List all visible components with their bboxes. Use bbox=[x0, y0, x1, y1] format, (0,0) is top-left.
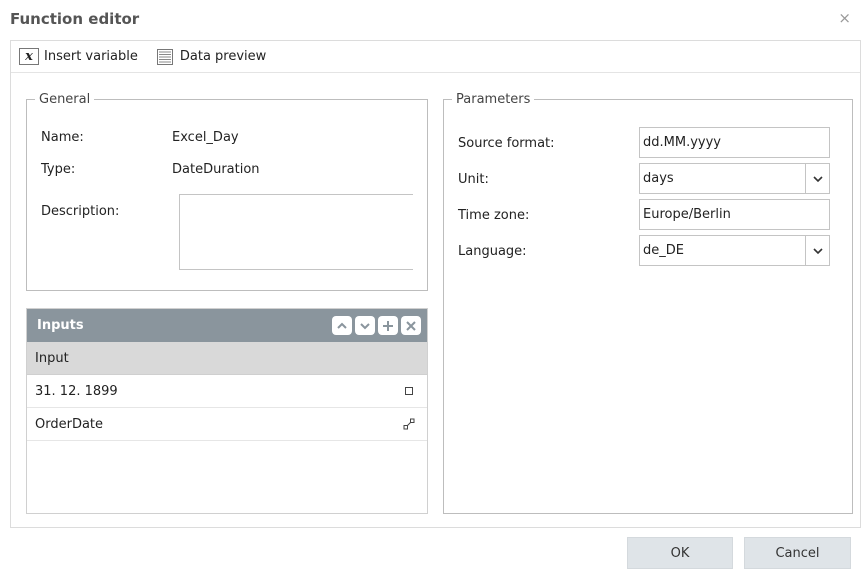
source-format-value: dd.MM.yyyy bbox=[643, 135, 721, 150]
dialog-title: Function editor bbox=[10, 10, 140, 28]
description-label: Description: bbox=[41, 204, 120, 219]
unit-value: days bbox=[643, 171, 674, 186]
move-up-button[interactable] bbox=[332, 316, 352, 335]
type-value: DateDuration bbox=[172, 162, 260, 177]
chevron-up-icon bbox=[337, 322, 347, 329]
input-row-value: OrderDate bbox=[35, 416, 104, 432]
inputs-header: Inputs bbox=[27, 309, 427, 342]
cancel-button[interactable]: Cancel bbox=[744, 537, 851, 569]
general-legend: General bbox=[39, 92, 91, 107]
plus-icon bbox=[383, 320, 393, 331]
unit-select[interactable]: days bbox=[639, 163, 830, 194]
unit-label: Unit: bbox=[458, 172, 489, 187]
language-value: de_DE bbox=[643, 243, 684, 258]
chevron-down-icon bbox=[812, 175, 823, 182]
inputs-title: Inputs bbox=[37, 318, 84, 333]
parameters-legend: Parameters bbox=[456, 92, 531, 107]
input-row-value: 31. 12. 1899 bbox=[35, 383, 118, 399]
insert-variable-button[interactable]: x Insert variable bbox=[19, 48, 138, 65]
link-icon bbox=[403, 418, 415, 430]
close-small-icon bbox=[406, 320, 416, 331]
time-zone-input[interactable]: Europe/Berlin bbox=[639, 199, 830, 230]
language-select[interactable]: de_DE bbox=[639, 235, 830, 266]
time-zone-value: Europe/Berlin bbox=[643, 207, 731, 222]
square-icon bbox=[405, 387, 413, 395]
unit-dropdown-button[interactable] bbox=[805, 164, 829, 193]
insert-variable-label: Insert variable bbox=[44, 49, 138, 64]
dialog-body: x Insert variable Data preview General N… bbox=[10, 40, 861, 528]
source-format-input[interactable]: dd.MM.yyyy bbox=[639, 127, 830, 158]
chevron-down-icon bbox=[812, 247, 823, 254]
data-preview-icon bbox=[156, 48, 173, 65]
input-row[interactable]: 31. 12. 1899 bbox=[27, 375, 427, 408]
language-dropdown-button[interactable] bbox=[805, 236, 829, 265]
remove-input-button[interactable] bbox=[401, 316, 421, 335]
name-label: Name: bbox=[41, 130, 84, 145]
language-label: Language: bbox=[458, 244, 527, 259]
close-icon[interactable]: × bbox=[838, 10, 851, 26]
variable-icon: x bbox=[19, 48, 39, 65]
toolbar: x Insert variable Data preview bbox=[11, 41, 860, 73]
type-label: Type: bbox=[41, 162, 76, 177]
time-zone-label: Time zone: bbox=[458, 208, 530, 223]
name-value: Excel_Day bbox=[172, 130, 239, 145]
ok-button[interactable]: OK bbox=[627, 537, 733, 569]
move-down-button[interactable] bbox=[355, 316, 375, 335]
add-input-button[interactable] bbox=[378, 316, 398, 335]
description-input[interactable] bbox=[179, 194, 413, 270]
input-row[interactable]: OrderDate bbox=[27, 408, 427, 441]
inputs-column-header: Input bbox=[27, 342, 427, 375]
data-preview-label: Data preview bbox=[179, 49, 267, 64]
data-preview-button[interactable]: Data preview bbox=[156, 48, 266, 66]
inputs-panel: Inputs Input 31. 12. 1899 OrderDate bbox=[26, 308, 428, 514]
source-format-label: Source format: bbox=[458, 136, 555, 151]
chevron-down-icon bbox=[360, 322, 370, 329]
